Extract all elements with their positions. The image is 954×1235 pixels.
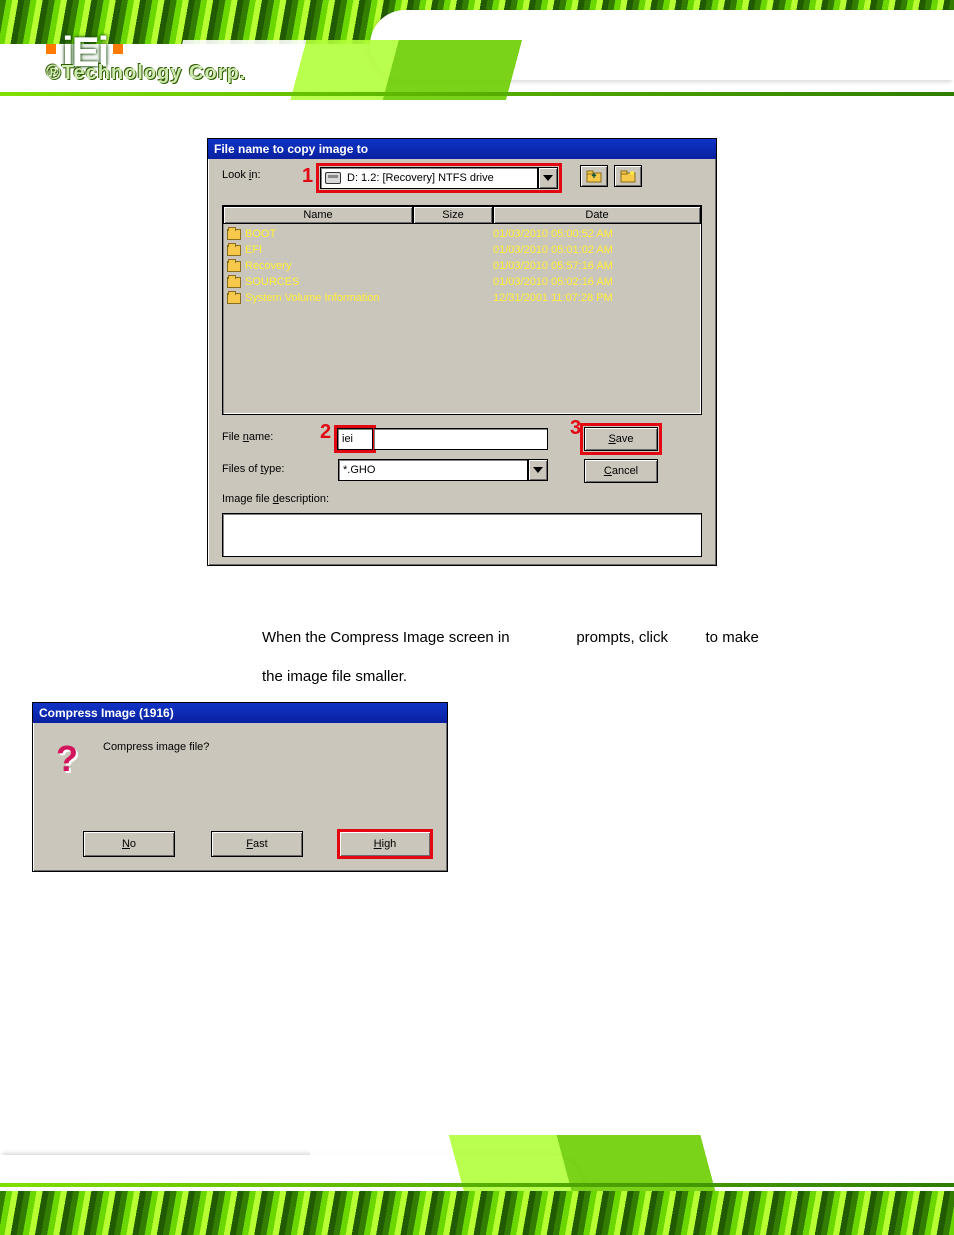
- column-name[interactable]: Name: [223, 206, 413, 224]
- dialog-title: File name to copy image to: [208, 139, 716, 159]
- file-name-input[interactable]: [337, 428, 373, 450]
- folder-icon: [227, 293, 241, 304]
- chevron-down-icon: [543, 175, 553, 181]
- look-in-label: Look in:: [222, 169, 261, 181]
- up-one-level-button[interactable]: [580, 165, 608, 187]
- folder-up-icon: [586, 169, 602, 183]
- annotation-2: 2: [320, 421, 331, 444]
- look-in-dropdown-button[interactable]: [538, 167, 558, 189]
- brand-tagline: ®Technology Corp.: [46, 62, 246, 85]
- file-list-header: Name Size Date: [223, 206, 701, 224]
- look-in-value: D: 1.2: [Recovery] NTFS drive: [347, 172, 494, 184]
- image-description-input[interactable]: [222, 513, 702, 557]
- save-image-dialog: File name to copy image to 1 Look in: D:…: [207, 138, 717, 566]
- file-name-input-ext[interactable]: [374, 428, 548, 450]
- list-item[interactable]: EFI 01/03/2010 05:01:02 AM: [227, 242, 697, 258]
- files-of-type-dropdown-button[interactable]: [528, 459, 548, 481]
- file-name-label: File name:: [222, 431, 273, 443]
- cancel-button[interactable]: Cancel: [584, 459, 658, 483]
- fast-button[interactable]: Fast: [211, 831, 303, 857]
- files-of-type-value: *.GHO: [343, 464, 375, 476]
- new-folder-button[interactable]: [614, 165, 642, 187]
- page-header-decor: iEi ®Technology Corp.: [0, 0, 954, 120]
- files-of-type-label: Files of type:: [222, 463, 284, 475]
- dialog-message: Compress image file?: [103, 741, 209, 753]
- question-icon: ?: [47, 739, 87, 779]
- brand-logo: iEi ®Technology Corp.: [44, 28, 125, 76]
- compress-image-dialog: Compress Image (1916) ? Compress image f…: [32, 702, 448, 872]
- look-in-combo[interactable]: D: 1.2: [Recovery] NTFS drive: [320, 167, 538, 189]
- file-list[interactable]: Name Size Date BOOT 01/03/2010 05:00:52 …: [222, 205, 702, 415]
- chevron-down-icon: [533, 467, 543, 473]
- annotation-3: 3: [570, 417, 581, 440]
- list-item[interactable]: System Volume Information 12/31/2001 11:…: [227, 290, 697, 306]
- column-date[interactable]: Date: [493, 206, 701, 224]
- brand-name: iEi: [62, 28, 107, 76]
- folder-icon: [227, 229, 241, 240]
- no-button[interactable]: No: [83, 831, 175, 857]
- column-size[interactable]: Size: [413, 206, 493, 224]
- drive-icon: [325, 172, 341, 184]
- folder-icon: [227, 261, 241, 272]
- image-description-label: Image file description:: [222, 493, 329, 505]
- folder-icon: [227, 277, 241, 288]
- list-item[interactable]: Recovery 01/03/2010 05:57:16 AM: [227, 258, 697, 274]
- dialog-title: Compress Image (1916): [33, 703, 447, 723]
- page-footer-decor: [0, 1125, 954, 1235]
- folder-icon: [227, 245, 241, 256]
- save-button[interactable]: Save: [584, 427, 658, 451]
- list-item[interactable]: BOOT 01/03/2010 05:00:52 AM: [227, 226, 697, 242]
- new-folder-icon: [620, 169, 636, 183]
- list-item[interactable]: SOURCES 01/03/2010 05:02:16 AM: [227, 274, 697, 290]
- annotation-1: 1: [302, 165, 313, 188]
- files-of-type-combo[interactable]: *.GHO: [338, 459, 528, 481]
- high-button[interactable]: High: [339, 831, 431, 857]
- instruction-text: When the Compress Image screen in prompt…: [262, 618, 802, 696]
